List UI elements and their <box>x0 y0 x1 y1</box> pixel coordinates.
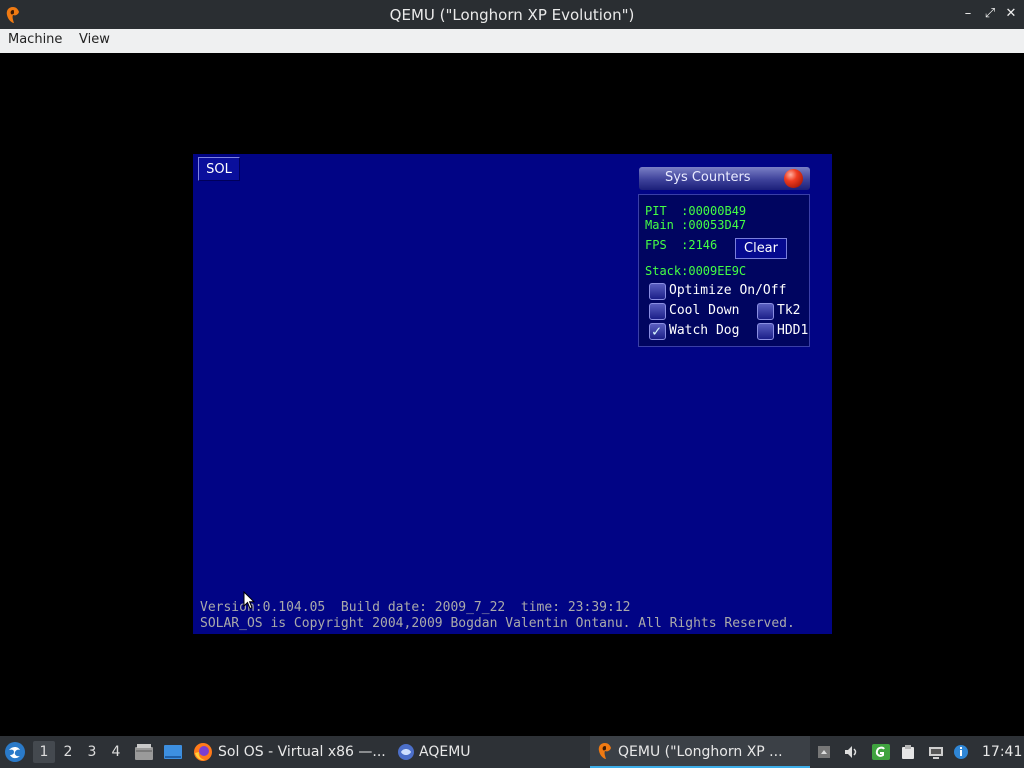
menu-machine[interactable]: Machine <box>8 32 62 47</box>
aqemu-icon <box>398 744 414 760</box>
sys-counters-titlebar[interactable]: Sys Counters <box>639 167 810 190</box>
firefox-icon <box>194 743 212 761</box>
tray-expand-icon[interactable] <box>816 744 832 760</box>
qemu-icon <box>598 743 611 759</box>
window-titlebar[interactable]: QEMU ("Longhorn XP Evolution") – ⤢ ✕ <box>0 0 1024 29</box>
clipboard-icon[interactable] <box>900 744 916 760</box>
restore-button[interactable]: ⤢ <box>980 5 1000 23</box>
clock[interactable]: 17:41 <box>982 736 1022 768</box>
tk2-checkbox[interactable] <box>757 303 774 320</box>
workspace-3[interactable]: 3 <box>81 741 103 763</box>
volume-icon[interactable] <box>843 744 859 760</box>
checkmark-icon: ✓ <box>652 322 662 340</box>
hdd1-checkbox[interactable] <box>757 323 774 340</box>
version-text: Version:0.104.05 Build date: 2009_7_22 t… <box>200 600 631 615</box>
cool-down-checkbox[interactable] <box>649 303 666 320</box>
clear-button[interactable]: Clear <box>735 238 787 259</box>
close-button[interactable]: ✕ <box>1001 5 1021 23</box>
mouse-cursor-icon <box>243 591 255 610</box>
show-desktop-icon[interactable] <box>163 743 183 761</box>
fps-counter: FPS :2146 <box>645 238 718 252</box>
hdd1-label: HDD1 <box>777 323 809 338</box>
copyright-text: SOLAR_OS is Copyright 2004,2009 Bogdan V… <box>200 616 795 631</box>
task-qemu-label: QEMU ("Longhorn XP ... <box>618 744 783 760</box>
workspace-1[interactable]: 1 <box>33 741 55 763</box>
menu-view[interactable]: View <box>79 32 110 47</box>
task-aqemu-label: AQEMU <box>419 744 471 760</box>
cool-down-label: Cool Down <box>669 303 740 318</box>
pit-counter: PIT :00000B49 <box>645 204 747 218</box>
close-ball-icon[interactable] <box>784 169 803 188</box>
task-firefox-label: Sol OS - Virtual x86 —... <box>218 744 386 760</box>
workspace-4[interactable]: 4 <box>105 741 127 763</box>
workspace-2[interactable]: 2 <box>57 741 79 763</box>
watch-dog-checkbox[interactable]: ✓ <box>649 322 666 340</box>
sys-counters-title: Sys Counters <box>665 170 751 185</box>
task-qemu-active[interactable]: QEMU ("Longhorn XP ... <box>590 736 810 768</box>
optimize-label: Optimize On/Off <box>669 283 787 298</box>
sys-counters-panel: PIT :00000B49 Main :00053D47 FPS :2146 C… <box>638 194 810 347</box>
guest-display[interactable]: SOL Sys Counters PIT :00000B49 Main :000… <box>193 154 832 634</box>
window-title: QEMU ("Longhorn XP Evolution") <box>389 6 635 24</box>
main-counter: Main :00053D47 <box>645 218 747 232</box>
sol-start-button[interactable]: SOL <box>198 157 240 181</box>
stack-counter: Stack:0009EE9C <box>645 264 747 278</box>
update-manager-icon[interactable] <box>871 743 891 761</box>
minimize-button[interactable]: – <box>958 5 978 23</box>
file-manager-icon[interactable] <box>134 743 154 761</box>
app-launcher-icon[interactable] <box>4 741 26 763</box>
notifications-icon[interactable] <box>953 744 969 760</box>
watch-dog-label: Watch Dog <box>669 323 740 338</box>
optimize-checkbox[interactable] <box>649 283 666 300</box>
taskbar: 1 2 3 4 Sol OS - Virtual x86 —... AQEMU … <box>0 736 1024 768</box>
menubar: Machine View <box>0 29 1024 54</box>
network-icon[interactable] <box>928 744 944 760</box>
tk2-label: Tk2 <box>777 303 801 318</box>
